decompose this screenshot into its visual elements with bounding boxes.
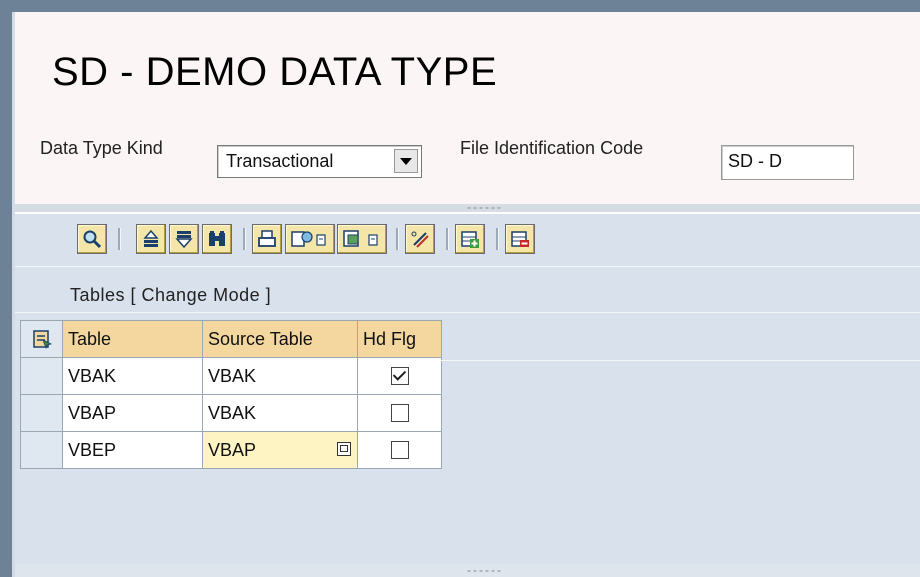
table-row: VBAK VBAK [20,357,442,395]
toolbar-separator [118,228,121,250]
source-table-value: VBAP [208,439,257,460]
select-all-cell[interactable] [20,320,63,358]
source-table-cell[interactable]: VBAK [202,394,358,432]
table-cell[interactable]: VBAP [62,394,203,432]
grid-title-divider [15,312,920,313]
hd-flg-checkbox[interactable] [390,367,409,385]
splitter-top[interactable] [15,204,920,212]
splitter-grip-icon[interactable] [466,570,502,572]
view-icon [343,230,378,247]
find-button[interactable] [202,224,232,254]
edit-icon [411,231,429,248]
grid-title: Tables [ Change Mode ] [70,285,272,305]
row-selector[interactable] [20,394,63,432]
file-id-field[interactable]: SD - D [721,145,854,180]
row-selector[interactable] [20,357,63,395]
select-all-icon [32,330,52,349]
insert-row-button[interactable] [455,224,485,254]
row-selector[interactable] [20,431,63,469]
table-cell[interactable]: VBAK [62,357,203,395]
toolbar-separator [496,228,499,250]
delete-row-button[interactable] [505,224,535,254]
page-title: SD - DEMO DATA TYPE [52,50,498,94]
data-type-kind-label: Data Type Kind [40,138,163,158]
export-button[interactable] [285,224,335,254]
tables-grid: Table Source Table Hd Flg VBAK VBAK VBAP… [20,320,442,469]
details-button[interactable] [77,224,107,254]
table-row: VBEP VBAP [20,431,442,469]
print-icon [258,230,276,247]
toolbar-separator [396,228,399,250]
hd-flg-checkbox[interactable] [390,441,409,459]
column-header-source-table[interactable]: Source Table [202,320,358,358]
sort-ascending-button[interactable] [136,224,166,254]
data-type-kind-value: Transactional [226,151,334,171]
filter-icon [175,231,193,249]
column-header-table[interactable]: Table [62,320,203,358]
export-icon [291,231,326,247]
hd-flg-checkbox[interactable] [390,404,409,422]
view-button[interactable] [337,224,387,254]
edit-button[interactable] [405,224,435,254]
hd-flg-cell [357,394,442,432]
toolbar-separator [243,228,246,250]
value-help-icon[interactable] [337,442,351,456]
delete-row-icon [511,231,529,247]
grid-header-row: Table Source Table Hd Flg [20,320,442,358]
details-icon [83,230,102,249]
hd-flg-cell [357,357,442,395]
hd-flg-cell [357,431,442,469]
find-icon [209,231,225,246]
toolbar-separator [446,228,449,250]
file-id-label: File Identification Code [460,138,644,158]
filter-button[interactable] [169,224,199,254]
source-table-cell[interactable]: VBAK [202,357,358,395]
table-row: VBAP VBAK [20,394,442,432]
source-table-cell-active[interactable]: VBAP [202,431,358,469]
table-cell[interactable]: VBEP [62,431,203,469]
window-frame-top [0,0,920,12]
column-header-hd-flg[interactable]: Hd Flg [357,320,442,358]
window-frame-left [0,0,12,577]
grid-row-line [441,360,920,361]
insert-row-icon [461,231,479,248]
sort-ascending-icon [143,229,159,247]
splitter-bottom[interactable] [15,564,920,577]
print-button[interactable] [252,224,282,254]
splitter-grip-icon[interactable] [466,207,502,209]
data-type-kind-select[interactable]: Transactional [217,145,422,178]
toolbar-divider [15,266,920,267]
chevron-down-icon[interactable] [394,149,418,173]
